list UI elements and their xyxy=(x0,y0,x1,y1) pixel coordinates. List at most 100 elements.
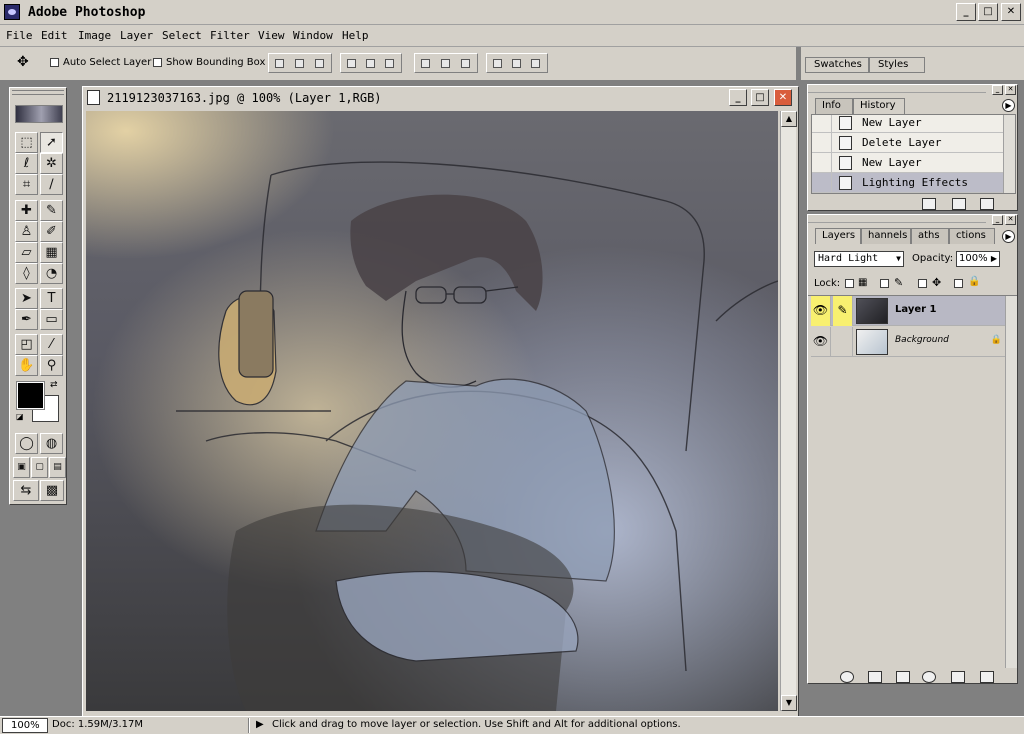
history-flyout-icon[interactable]: ▶ xyxy=(1002,99,1015,112)
layer-row-background[interactable]: 👁 Background 🔒 xyxy=(811,327,1006,357)
slice-icon[interactable]: ∕ xyxy=(40,174,63,195)
distribute-edges-buttons[interactable] xyxy=(414,53,478,73)
align-edges-buttons[interactable] xyxy=(268,53,332,73)
zoom-icon[interactable]: ⚲ xyxy=(40,355,63,376)
distribute-centers-buttons[interactable] xyxy=(486,53,548,73)
history-brush-icon[interactable]: ✐ xyxy=(40,221,63,242)
history-panel-minimize[interactable]: _ xyxy=(992,85,1003,95)
tab-layers[interactable]: Layers xyxy=(815,228,861,244)
new-layer-icon[interactable] xyxy=(951,671,965,683)
move-icon[interactable]: ➚ xyxy=(40,132,63,153)
trash-icon[interactable] xyxy=(980,198,994,210)
rectangle-icon[interactable]: ▭ xyxy=(40,309,63,330)
history-item-selected[interactable]: Lighting Effects xyxy=(812,173,1014,193)
menu-image[interactable]: Image xyxy=(78,29,111,42)
maximize-button[interactable]: □ xyxy=(978,3,998,21)
type-icon[interactable]: T xyxy=(40,288,63,309)
new-document-from-state-icon[interactable] xyxy=(922,198,936,210)
foreground-color-swatch[interactable] xyxy=(16,381,45,410)
eye-icon[interactable]: 👁 xyxy=(811,296,831,326)
marquee-icon[interactable]: ⬚ xyxy=(15,132,38,153)
eraser-icon[interactable]: ▱ xyxy=(15,242,38,263)
tab-info[interactable]: Info xyxy=(815,98,853,114)
history-panel-grip[interactable] xyxy=(808,85,986,93)
layers-flyout-icon[interactable]: ▶ xyxy=(1002,230,1015,243)
zoom-field[interactable]: 100% xyxy=(2,718,48,733)
healing-brush-icon[interactable]: ✚ xyxy=(15,200,38,221)
menu-window[interactable]: Window xyxy=(293,29,333,42)
doc-maximize-button[interactable]: □ xyxy=(751,89,769,106)
layers-scrollbar[interactable] xyxy=(1005,296,1017,668)
imageready-icon[interactable]: ▩ xyxy=(40,480,64,501)
menu-filter[interactable]: Filter xyxy=(210,29,250,42)
doc-size[interactable]: Doc: 1.59M/3.17M xyxy=(52,719,143,730)
menu-help[interactable]: Help xyxy=(342,29,369,42)
clone-stamp-icon[interactable]: ♙ xyxy=(15,221,38,242)
adjustment-layer-icon[interactable] xyxy=(922,671,936,683)
default-colors-icon[interactable]: ◪ xyxy=(16,412,24,421)
link-slot[interactable] xyxy=(833,327,853,357)
status-menu-icon[interactable]: ▶ xyxy=(256,719,264,730)
tab-paths[interactable]: aths xyxy=(911,228,949,244)
history-item[interactable]: New Layer xyxy=(812,115,1014,133)
blend-mode-select[interactable]: Hard Light ▼ xyxy=(814,251,904,267)
new-snapshot-icon[interactable] xyxy=(952,198,966,210)
lock-image-checkbox[interactable] xyxy=(880,279,889,288)
tab-channels[interactable]: hannels xyxy=(861,228,911,244)
notes-icon[interactable]: ◰ xyxy=(15,334,38,355)
menu-file[interactable]: File xyxy=(6,29,33,42)
auto-select-checkbox[interactable] xyxy=(50,58,59,67)
lock-all-checkbox[interactable] xyxy=(954,279,963,288)
full-screen-icon[interactable]: ▤ xyxy=(49,457,66,478)
eyedropper-icon[interactable]: ⁄ xyxy=(40,334,63,355)
align-centers-buttons[interactable] xyxy=(340,53,402,73)
quick-mask-icon[interactable]: ◍ xyxy=(40,433,63,454)
document-title-bar[interactable]: 2119123037163.jpg @ 100% (Layer 1,RGB) _… xyxy=(83,87,798,109)
tab-styles[interactable]: Styles xyxy=(869,57,925,73)
history-scrollbar[interactable] xyxy=(1003,115,1015,193)
tab-actions[interactable]: ctions xyxy=(949,228,995,244)
move-tool-preset-icon[interactable]: ✥ xyxy=(17,54,35,72)
history-item[interactable]: New Layer xyxy=(812,153,1014,173)
lock-position-checkbox[interactable] xyxy=(918,279,927,288)
history-item[interactable]: Delete Layer xyxy=(812,133,1014,153)
lock-transparency-checkbox[interactable] xyxy=(845,279,854,288)
adobe-online-banner[interactable] xyxy=(15,105,63,123)
menu-layer[interactable]: Layer xyxy=(120,29,153,42)
layer-set-icon[interactable] xyxy=(896,671,910,683)
history-panel-close[interactable]: ✕ xyxy=(1005,85,1016,95)
layers-panel-grip[interactable] xyxy=(808,215,986,223)
hand-icon[interactable]: ✋ xyxy=(15,355,38,376)
vertical-scrollbar[interactable]: ▲ ▼ xyxy=(780,111,797,711)
layer-style-icon[interactable] xyxy=(840,671,854,683)
scroll-up-icon[interactable]: ▲ xyxy=(781,111,797,127)
menu-select[interactable]: Select xyxy=(162,29,202,42)
layer-row-layer-1[interactable]: 👁 ✎ Layer 1 xyxy=(811,296,1006,326)
layers-panel-close[interactable]: ✕ xyxy=(1005,215,1016,225)
magic-wand-icon[interactable]: ✲ xyxy=(40,153,63,174)
trash-icon[interactable] xyxy=(980,671,994,683)
tab-swatches[interactable]: Swatches xyxy=(805,57,869,73)
gradient-icon[interactable]: ▦ xyxy=(40,242,63,263)
scroll-down-icon[interactable]: ▼ xyxy=(781,695,797,711)
standard-mode-icon[interactable]: ◯ xyxy=(15,433,38,454)
opacity-input[interactable]: 100% ▶ xyxy=(956,251,1000,267)
show-bounding-box-checkbox[interactable] xyxy=(153,58,162,67)
standard-screen-icon[interactable]: ▣ xyxy=(13,457,30,478)
lasso-icon[interactable]: ℓ xyxy=(15,153,38,174)
doc-close-button[interactable]: ✕ xyxy=(774,89,792,106)
minimize-button[interactable]: _ xyxy=(956,3,976,21)
brush-icon[interactable]: ✎ xyxy=(40,200,63,221)
dodge-icon[interactable]: ◔ xyxy=(40,263,63,284)
layers-panel-minimize[interactable]: _ xyxy=(992,215,1003,225)
doc-minimize-button[interactable]: _ xyxy=(729,89,747,106)
layer-mask-icon[interactable] xyxy=(868,671,882,683)
pen-icon[interactable]: ✒ xyxy=(15,309,38,330)
menu-edit[interactable]: Edit xyxy=(41,29,68,42)
image-canvas[interactable] xyxy=(86,111,778,711)
toolbox-grip[interactable] xyxy=(12,90,64,95)
menu-view[interactable]: View xyxy=(258,29,285,42)
tab-history[interactable]: History xyxy=(853,98,905,114)
jump-to-imageready-icon[interactable]: ⇆ xyxy=(13,480,39,501)
swap-colors-icon[interactable]: ⇄ xyxy=(50,380,58,390)
